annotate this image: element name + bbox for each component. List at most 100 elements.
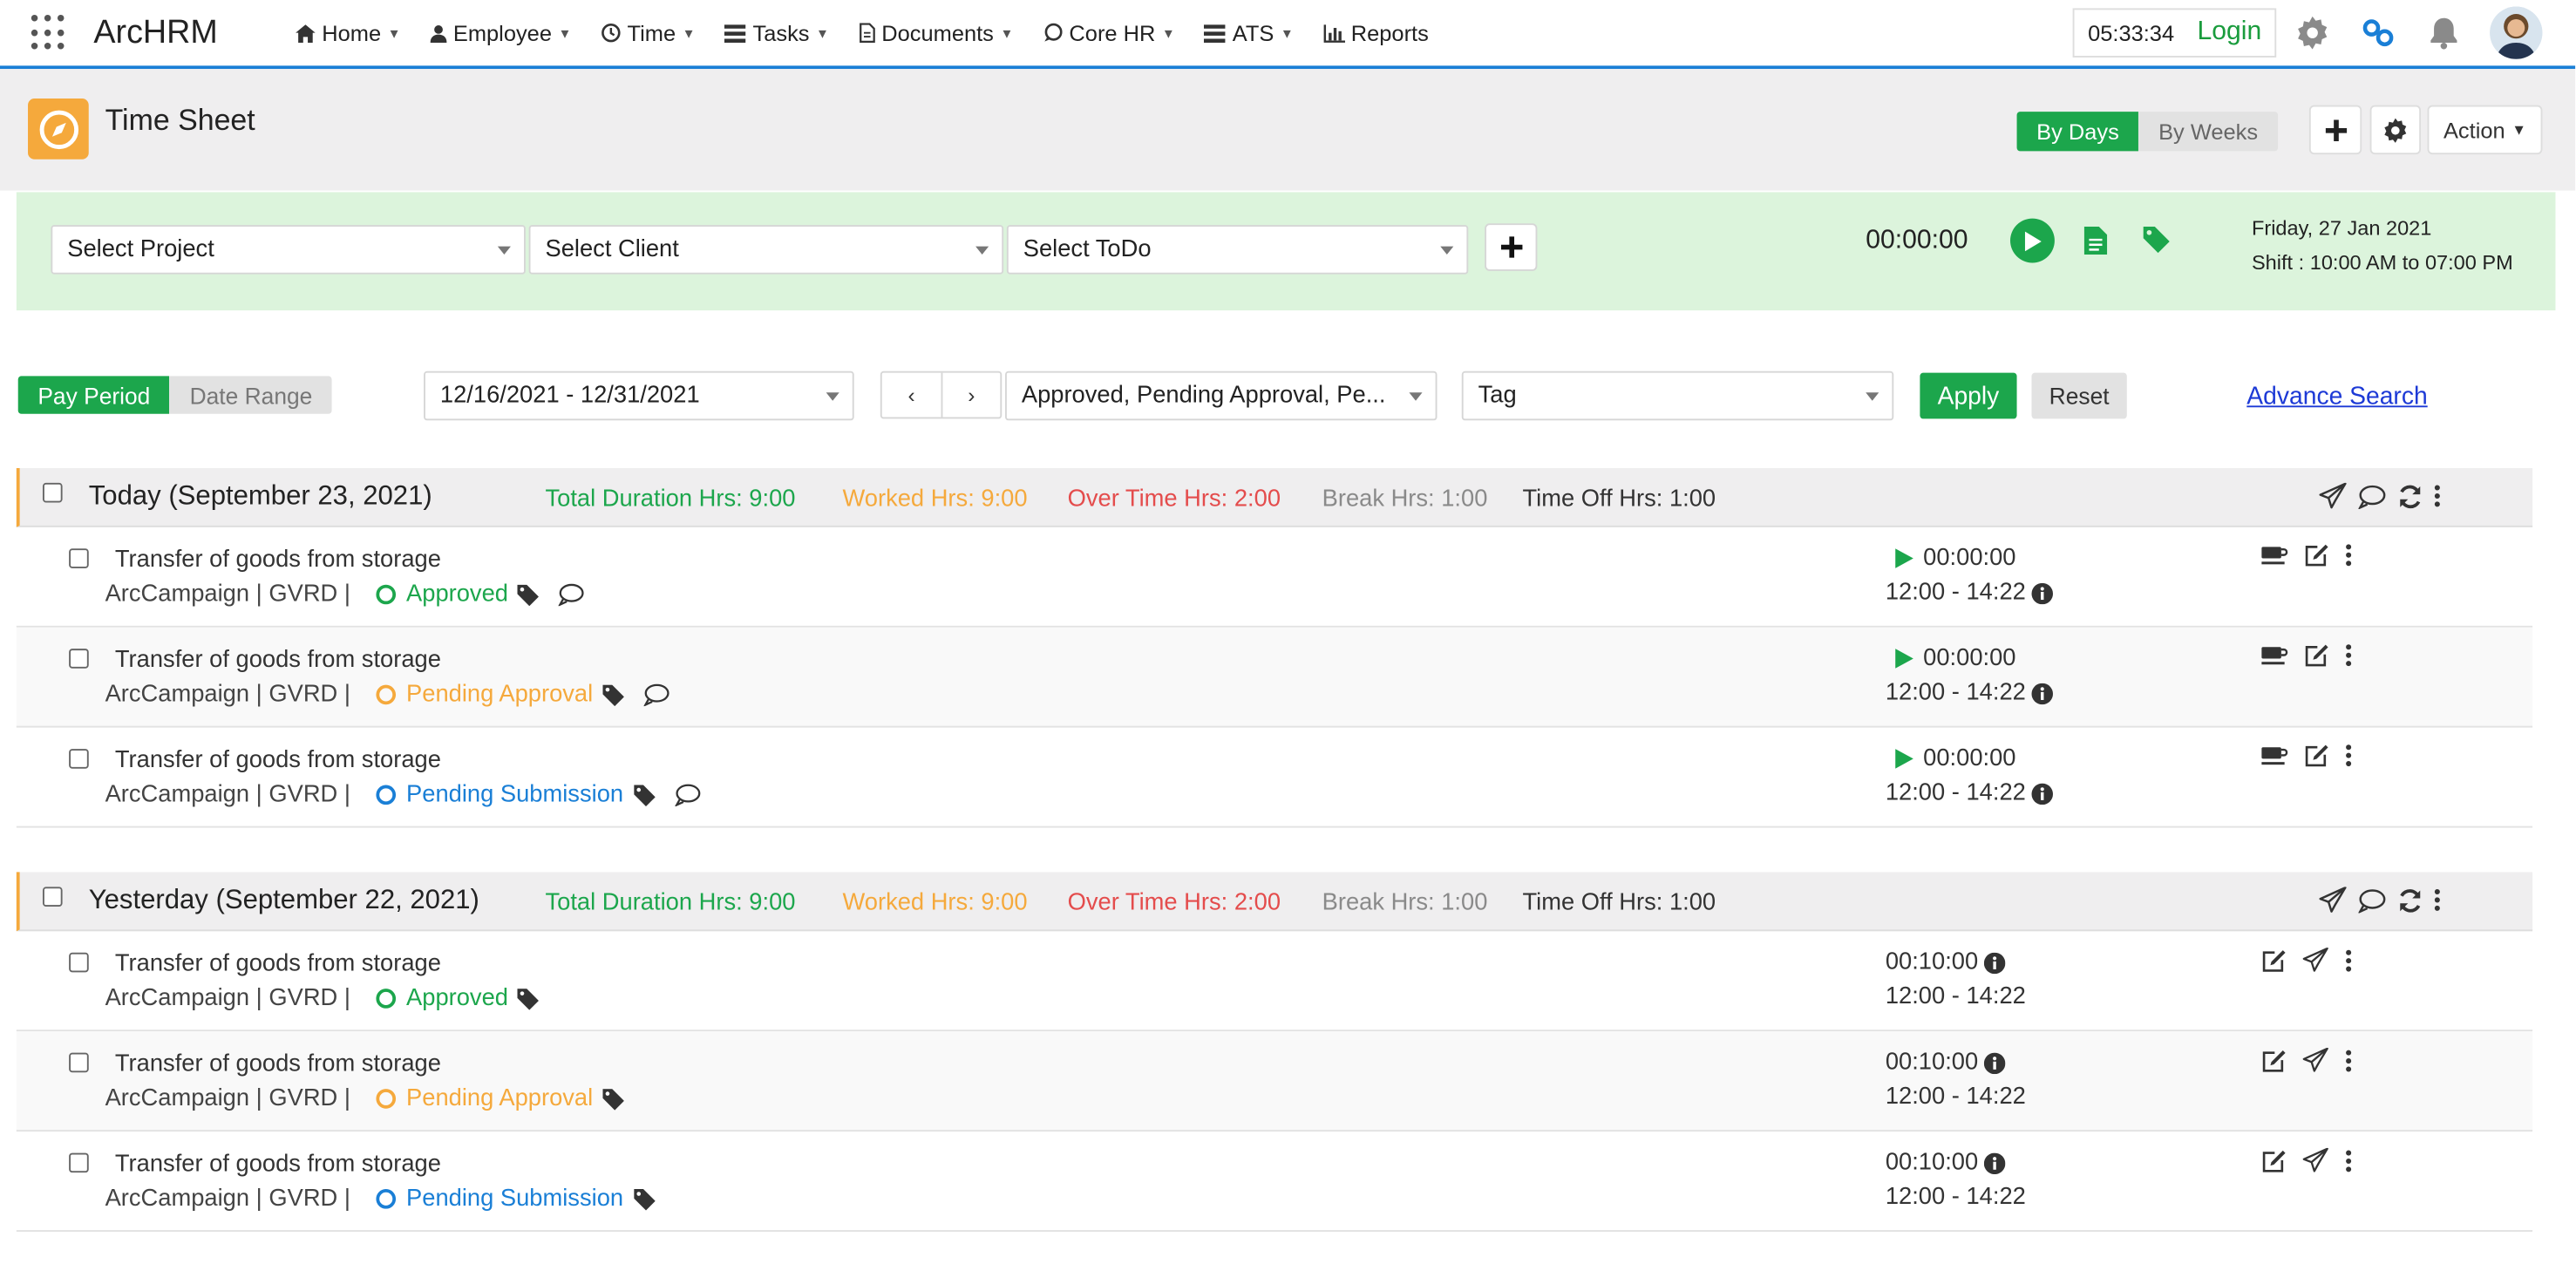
info-icon[interactable] (2032, 581, 2054, 604)
reset-button[interactable]: Reset (2031, 372, 2127, 419)
time-entry-row[interactable]: Transfer of goods from storage ArcCampai… (16, 527, 2533, 628)
send-icon[interactable] (2302, 1147, 2328, 1172)
todo-select[interactable]: Select ToDo (1006, 225, 1469, 275)
tag-icon[interactable] (602, 1088, 624, 1110)
time-entry-row[interactable]: Transfer of goods from storage ArcCampai… (16, 1131, 2533, 1232)
play-icon[interactable] (1895, 649, 1913, 669)
action-dropdown[interactable]: Action ▼ (2427, 105, 2543, 155)
entry-checkbox[interactable] (69, 1052, 89, 1073)
edit-icon[interactable] (2261, 1049, 2286, 1071)
tag-icon[interactable] (518, 988, 540, 1009)
notifications-button[interactable] (2424, 13, 2464, 52)
home-icon (296, 24, 316, 43)
comment-icon[interactable] (643, 683, 670, 707)
time-entry-row[interactable]: Transfer of goods from storage ArcCampai… (16, 1031, 2533, 1132)
nav-tasks[interactable]: Tasks ▼ (710, 21, 844, 45)
more-vertical-icon[interactable] (2345, 1049, 2352, 1071)
entry-checkbox[interactable] (69, 548, 89, 568)
nav-core-hr[interactable]: Core HR ▼ (1028, 21, 1189, 45)
integrations-button[interactable] (2358, 13, 2397, 52)
status-filter-select[interactable]: Approved, Pending Approval, Pe... (1005, 370, 1438, 421)
page-settings-button[interactable] (2369, 105, 2422, 155)
edit-icon[interactable] (2304, 744, 2328, 767)
send-icon[interactable] (2302, 948, 2328, 972)
brand-name[interactable]: ArcHRM (93, 14, 274, 51)
project-select[interactable]: Select Project (51, 225, 526, 275)
break-cup-icon[interactable] (2261, 745, 2288, 765)
comment-icon[interactable] (2358, 484, 2386, 509)
time-entry-row[interactable]: Transfer of goods from storage ArcCampai… (16, 728, 2533, 828)
add-todo-button[interactable] (1485, 223, 1538, 271)
send-icon[interactable] (2302, 1047, 2328, 1072)
play-icon[interactable] (1895, 548, 1913, 568)
more-vertical-icon[interactable] (2345, 948, 2352, 971)
entry-project: ArcCampaign | GVRD | (105, 581, 350, 608)
entry-checkbox[interactable] (69, 649, 89, 669)
client-select[interactable]: Select Client (528, 225, 1004, 275)
edit-icon[interactable] (2304, 544, 2328, 567)
notes-button[interactable] (2083, 226, 2108, 255)
play-icon[interactable] (1895, 749, 1913, 769)
avatar[interactable] (2490, 6, 2543, 59)
refresh-icon[interactable] (2398, 484, 2423, 508)
advance-search-link[interactable]: Advance Search (2246, 383, 2427, 411)
tag-button[interactable] (2143, 226, 2170, 254)
nav-ats[interactable]: ATS ▼ (1190, 21, 1308, 45)
settings-button[interactable] (2293, 13, 2332, 52)
comment-icon[interactable] (559, 583, 585, 607)
entry-checkbox[interactable] (69, 1152, 89, 1173)
date-range-button[interactable]: Date Range (169, 376, 332, 414)
break-cup-icon[interactable] (2261, 545, 2288, 565)
info-icon[interactable] (2032, 682, 2054, 704)
info-icon[interactable] (1984, 1152, 2007, 1174)
refresh-icon[interactable] (2398, 887, 2423, 912)
more-vertical-icon[interactable] (2345, 544, 2352, 567)
start-timer-button[interactable] (2010, 218, 2055, 263)
more-vertical-icon[interactable] (2345, 644, 2352, 667)
edit-icon[interactable] (2304, 644, 2328, 667)
entry-meta: ArcCampaign | GVRD | Approved (105, 985, 540, 1012)
prev-period-button[interactable]: ‹ (882, 373, 941, 418)
nav-reports[interactable]: Reports (1308, 21, 1444, 45)
edit-icon[interactable] (2261, 1149, 2286, 1172)
login-button[interactable]: Login (2197, 18, 2261, 48)
time-entry-row[interactable]: Transfer of goods from storage ArcCampai… (16, 931, 2533, 1032)
pay-period-button[interactable]: Pay Period (17, 376, 170, 414)
nav-time[interactable]: Time ▼ (586, 21, 710, 45)
comment-icon[interactable] (2358, 887, 2386, 913)
entry-checkbox[interactable] (69, 749, 89, 769)
break-cup-icon[interactable] (2261, 645, 2288, 665)
send-icon[interactable] (2319, 482, 2347, 509)
tag-filter-select[interactable]: Tag (1461, 370, 1894, 421)
comment-icon[interactable] (674, 784, 700, 807)
status-badge: Pending Approval (406, 681, 594, 709)
tag-icon[interactable] (518, 583, 540, 606)
nav-documents[interactable]: Documents ▼ (844, 21, 1028, 45)
info-icon[interactable] (1984, 951, 2007, 974)
day-select-checkbox[interactable] (42, 887, 63, 907)
date-range-select[interactable]: 12/16/2021 - 12/31/2021 (424, 370, 854, 421)
tag-icon[interactable] (602, 683, 624, 706)
add-entry-button[interactable] (2308, 105, 2362, 155)
apply-button[interactable]: Apply (1920, 372, 2017, 419)
app-grid-icon[interactable] (31, 14, 67, 51)
entry-checkbox[interactable] (69, 952, 89, 973)
more-vertical-icon[interactable] (2434, 888, 2441, 911)
next-period-button[interactable]: › (941, 372, 1001, 418)
nav-label: Employee (452, 20, 552, 45)
tag-icon[interactable] (633, 1188, 655, 1210)
nav-home[interactable]: Home ▼ (281, 21, 415, 45)
by-weeks-button[interactable]: By Weeks (2138, 112, 2278, 152)
more-vertical-icon[interactable] (2345, 1149, 2352, 1172)
nav-employee[interactable]: Employee ▼ (416, 21, 587, 45)
by-days-button[interactable]: By Days (2016, 112, 2139, 152)
send-icon[interactable] (2319, 887, 2347, 913)
more-vertical-icon[interactable] (2345, 744, 2352, 767)
more-vertical-icon[interactable] (2434, 485, 2441, 507)
tag-icon[interactable] (633, 784, 655, 806)
edit-icon[interactable] (2261, 948, 2286, 971)
info-icon[interactable] (2032, 782, 2054, 805)
time-entry-row[interactable]: Transfer of goods from storage ArcCampai… (16, 627, 2533, 728)
day-select-checkbox[interactable] (42, 482, 63, 503)
info-icon[interactable] (1984, 1051, 2007, 1074)
